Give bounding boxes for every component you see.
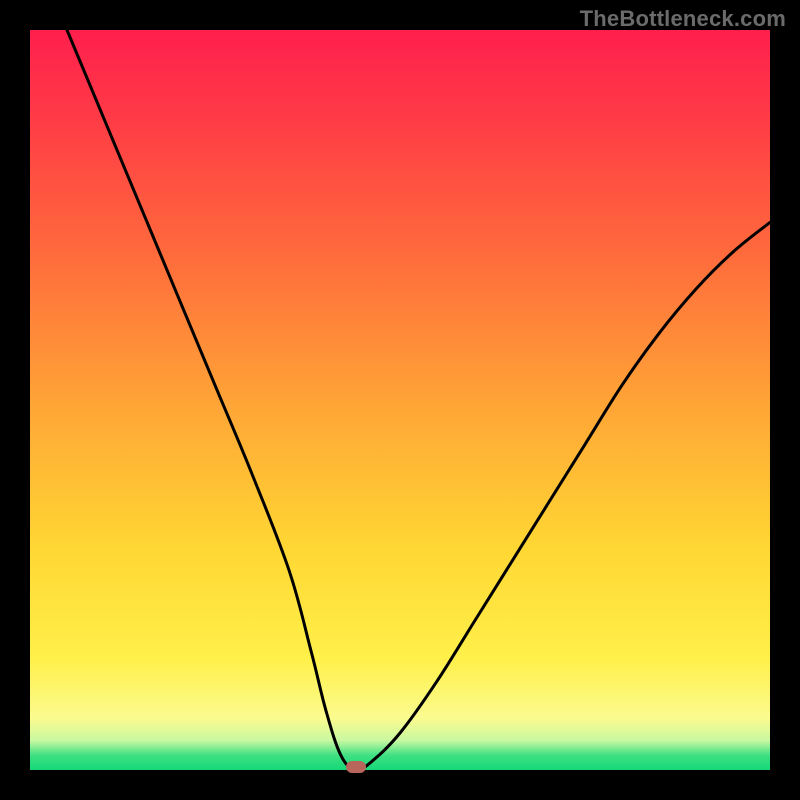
plot-area — [30, 30, 770, 770]
chart-frame: TheBottleneck.com — [0, 0, 800, 800]
curve-path — [67, 30, 770, 770]
optimum-marker — [346, 761, 366, 773]
bottleneck-curve — [30, 30, 770, 770]
watermark-text: TheBottleneck.com — [580, 6, 786, 32]
